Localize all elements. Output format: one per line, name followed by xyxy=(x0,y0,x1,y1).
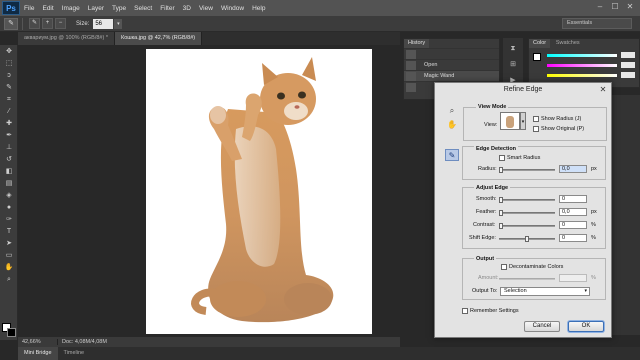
path-selection-tool-icon[interactable]: ➤ xyxy=(2,238,16,249)
eyedropper-tool-icon[interactable]: ⁄ xyxy=(2,106,16,117)
doc-tab-aquarium[interactable]: аквариум.jpg @ 100% (RGB/8#) * xyxy=(18,32,115,45)
add-to-selection-icon[interactable]: + xyxy=(42,18,53,29)
history-item[interactable] xyxy=(404,48,499,59)
menu-edit[interactable]: Edit xyxy=(38,5,57,12)
quick-selection-tool-preset-icon[interactable]: ✎ xyxy=(4,17,18,30)
menu-type[interactable]: Type xyxy=(108,5,130,12)
background-color-swatch[interactable] xyxy=(7,328,16,337)
move-tool-icon[interactable]: ✥ xyxy=(2,46,16,57)
blue-value-field[interactable] xyxy=(621,72,635,78)
tools-panel: ✥ ⬚ ↄ ✎ ⌗ ⁄ ✚ ✒ ⊥ ↺ ◧ ▤ ◈ ● ✑ T ➤ ▭ ✋ ⌕ xyxy=(0,45,18,340)
close-window-button[interactable]: ✕ xyxy=(624,2,636,12)
green-slider[interactable] xyxy=(547,64,617,67)
zoom-tool-icon[interactable]: ⌕ xyxy=(2,274,16,285)
shape-tool-icon[interactable]: ▭ xyxy=(2,250,16,261)
minimize-button[interactable]: – xyxy=(594,2,606,12)
history-step-icon xyxy=(406,71,416,81)
view-mode-group: View Mode xyxy=(463,104,607,141)
properties-panel-icon[interactable]: ⊞ xyxy=(507,60,519,70)
clone-stamp-tool-icon[interactable]: ⊥ xyxy=(2,142,16,153)
marquee-tool-icon[interactable]: ⬚ xyxy=(2,58,16,69)
refine-edge-dialog: Refine Edge ✕ ⌕ ✋ ✎ View Mode xyxy=(434,82,612,338)
status-bar: 42,66% Doc: 4,08M/4,08M xyxy=(18,337,400,347)
dialog-title: Refine Edge xyxy=(503,86,543,93)
maximize-button[interactable]: ☐ xyxy=(609,2,621,12)
chevron-down-icon[interactable]: ▾ xyxy=(114,18,123,29)
new-selection-icon[interactable]: ✎ xyxy=(29,18,40,29)
cat-image xyxy=(191,57,334,323)
bottom-panel-tabs: Mini Bridge Timeline xyxy=(18,347,640,360)
history-snapshot-icon xyxy=(406,49,416,59)
close-icon[interactable]: ✕ xyxy=(598,85,608,95)
blue-slider[interactable] xyxy=(547,74,617,77)
crop-tool-icon[interactable]: ⌗ xyxy=(2,94,16,105)
red-value-field[interactable] xyxy=(621,52,635,58)
tab-color[interactable]: Color xyxy=(529,39,551,48)
workspace-switcher[interactable]: Essentials xyxy=(562,18,632,29)
menu-file[interactable]: File xyxy=(20,5,38,12)
hand-icon[interactable]: ✋ xyxy=(445,119,459,131)
menu-help[interactable]: Help xyxy=(248,5,269,12)
tab-timeline[interactable]: Timeline xyxy=(58,347,91,360)
history-panel-icon[interactable]: ⧗ xyxy=(507,44,519,54)
options-separator xyxy=(22,17,23,30)
blur-tool-icon[interactable]: ◈ xyxy=(2,190,16,201)
canvas-area xyxy=(18,45,400,337)
right-panel-dock xyxy=(610,95,640,335)
green-value-field[interactable] xyxy=(621,62,635,68)
history-brush-tool-icon[interactable]: ↺ xyxy=(2,154,16,165)
history-item-label: Magic Wand xyxy=(424,73,455,79)
color-swatches xyxy=(2,323,16,337)
hand-tool-icon[interactable]: ✋ xyxy=(2,262,16,273)
document-size-readout[interactable]: Doc: 4,08M/4,08M xyxy=(58,339,107,345)
photoshop-logo: Ps xyxy=(2,1,20,15)
zoom-readout[interactable]: 42,66% xyxy=(18,339,58,345)
tab-swatches[interactable]: Swatches xyxy=(551,39,584,48)
eraser-tool-icon[interactable]: ◧ xyxy=(2,166,16,177)
history-item[interactable]: Open xyxy=(404,59,499,70)
view-mode-title: View Mode xyxy=(476,104,509,110)
zoom-icon[interactable]: ⌕ xyxy=(445,105,459,117)
tab-mini-bridge[interactable]: Mini Bridge xyxy=(18,347,58,360)
menu-select[interactable]: Select xyxy=(130,5,156,12)
color-panel: Color Swatches xyxy=(528,38,640,88)
document-tabs: аквариум.jpg @ 100% (RGB/8#) * Кошка.jpg… xyxy=(18,32,400,45)
brush-size-label: Size: xyxy=(76,20,90,27)
history-item[interactable]: Magic Wand xyxy=(404,70,499,81)
brush-size-field[interactable]: 56 xyxy=(93,18,114,29)
document-canvas[interactable] xyxy=(146,49,372,334)
brush-tool-icon[interactable]: ✒ xyxy=(2,130,16,141)
history-step-icon xyxy=(406,82,416,92)
healing-brush-tool-icon[interactable]: ✚ xyxy=(2,118,16,129)
pen-tool-icon[interactable]: ✑ xyxy=(2,214,16,225)
type-tool-icon[interactable]: T xyxy=(2,226,16,237)
dodge-tool-icon[interactable]: ● xyxy=(2,202,16,213)
options-bar: ✎ ✎ + − Size: 56 ▾ Essentials xyxy=(0,16,640,32)
history-step-icon xyxy=(406,60,416,70)
menu-bar: Ps File Edit Image Layer Type Select Fil… xyxy=(0,0,640,16)
tab-history[interactable]: History xyxy=(404,39,430,48)
doc-tab-cat[interactable]: Кошка.jpg @ 42,7% (RGB/8#) xyxy=(114,32,203,45)
menu-view[interactable]: View xyxy=(195,5,217,12)
refine-radius-brush-icon[interactable]: ✎ xyxy=(445,149,459,161)
window-controls: – ☐ ✕ xyxy=(594,2,636,12)
color-panel-foreground-swatch[interactable] xyxy=(533,53,541,61)
lasso-tool-icon[interactable]: ↄ xyxy=(2,70,16,81)
menu-layer[interactable]: Layer xyxy=(84,5,108,12)
history-item-label: Open xyxy=(424,62,438,68)
red-slider[interactable] xyxy=(547,54,617,57)
menu-image[interactable]: Image xyxy=(58,5,84,12)
menu-filter[interactable]: Filter xyxy=(156,5,178,12)
quick-selection-tool-icon[interactable]: ✎ xyxy=(2,82,16,93)
menu-window[interactable]: Window xyxy=(217,5,248,12)
gradient-tool-icon[interactable]: ▤ xyxy=(2,178,16,189)
subtract-from-selection-icon[interactable]: − xyxy=(55,18,66,29)
menu-3d[interactable]: 3D xyxy=(179,5,195,12)
